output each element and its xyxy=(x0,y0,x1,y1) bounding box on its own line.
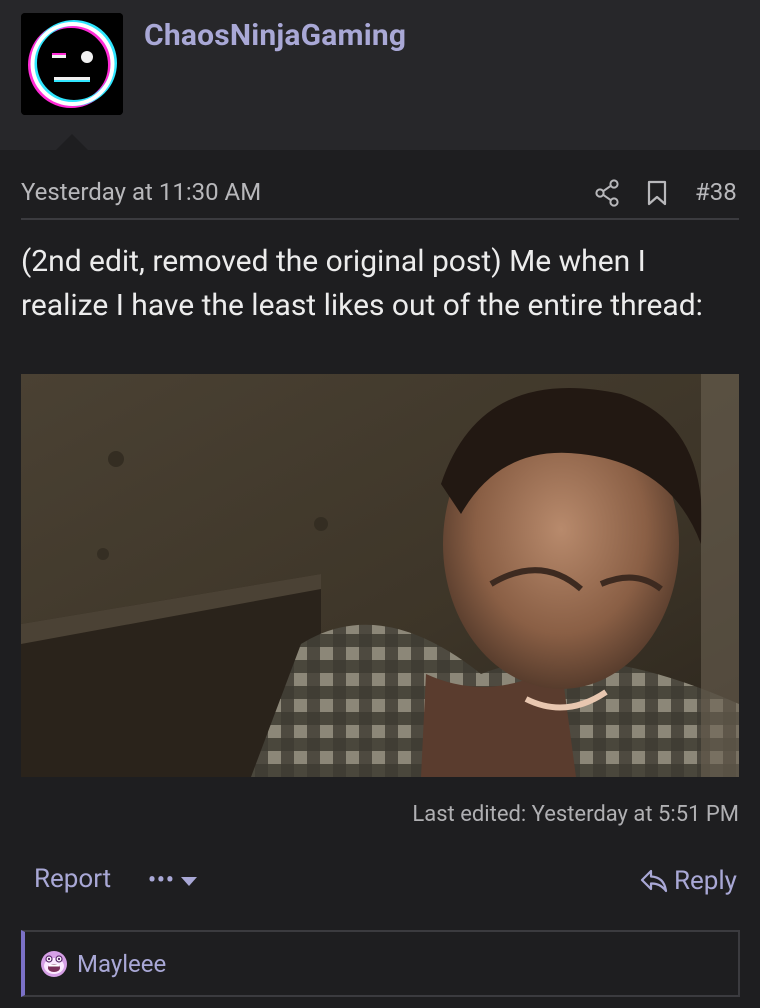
user-avatar[interactable] xyxy=(21,13,123,115)
reactions-bar[interactable]: Mayleee xyxy=(21,930,740,997)
bookmark-icon[interactable] xyxy=(646,180,668,206)
chevron-down-icon xyxy=(180,876,197,886)
gif-image xyxy=(21,374,739,777)
reply-arrow-icon xyxy=(640,869,668,893)
post-meta-bar: Yesterday at 11:30 AM #38 xyxy=(21,176,739,220)
post-message: (2nd edit, removed the original post) Me… xyxy=(21,244,703,323)
user-header-pointer xyxy=(56,134,88,150)
neutral-face-icon xyxy=(21,13,123,115)
share-icon[interactable] xyxy=(594,179,620,207)
reply-label: Reply xyxy=(673,866,737,896)
more-dots-icon: ••• xyxy=(148,868,175,893)
reaction-user-link[interactable]: Mayleee xyxy=(77,950,166,978)
attached-gif-image[interactable] xyxy=(21,374,739,777)
user-header: ChaosNinjaGaming xyxy=(0,0,760,150)
post-number-link[interactable]: #38 xyxy=(695,178,737,206)
wow-reaction-icon xyxy=(41,950,67,977)
post-timestamp[interactable]: Yesterday at 11:30 AM xyxy=(21,178,261,206)
last-edited-note: Last edited: Yesterday at 5:51 PM xyxy=(412,802,739,827)
report-link[interactable]: Report xyxy=(34,864,111,894)
more-options-menu[interactable]: ••• xyxy=(148,866,197,896)
username-link[interactable]: ChaosNinjaGaming xyxy=(144,18,406,53)
reply-button[interactable]: Reply xyxy=(640,864,737,898)
